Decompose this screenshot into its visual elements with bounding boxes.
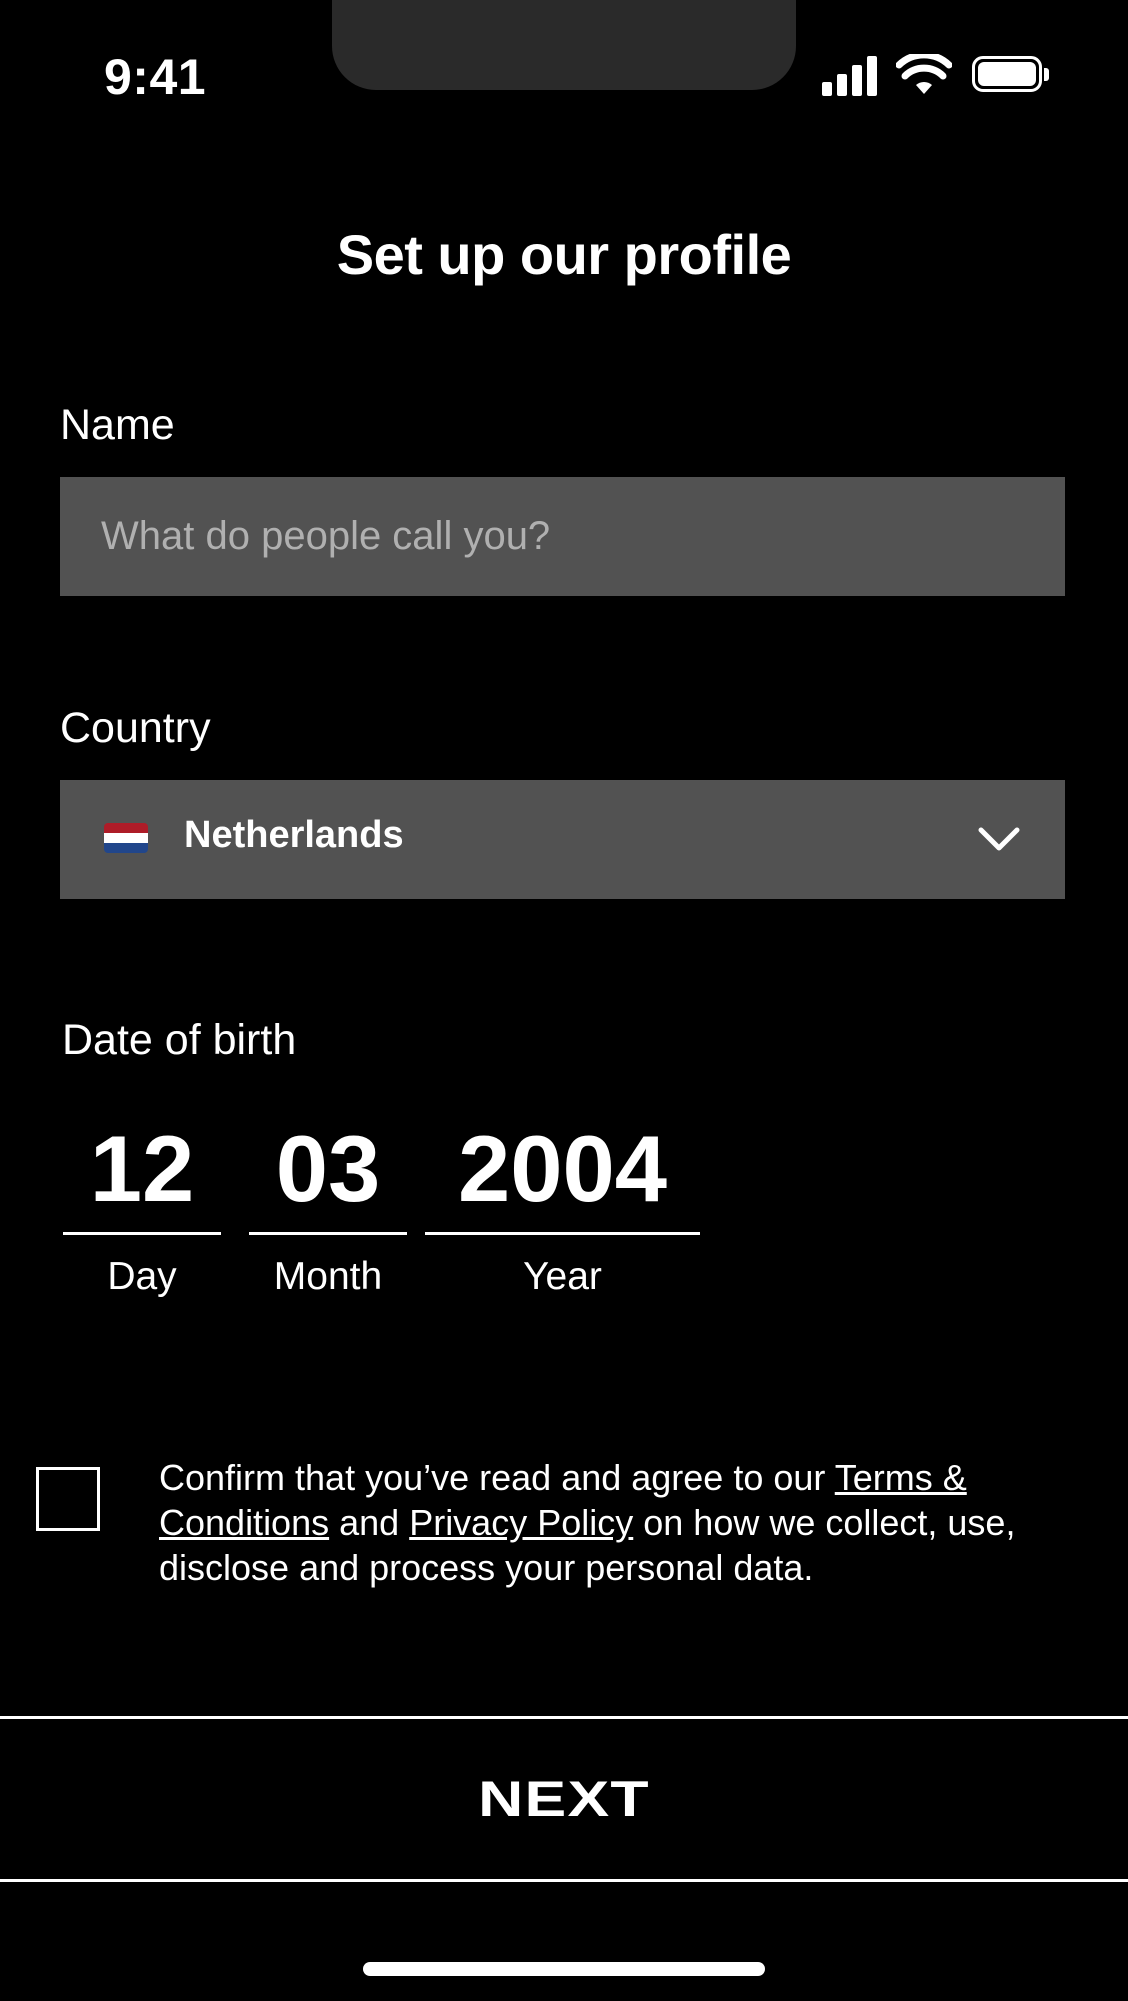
- cellular-signal-icon: [822, 56, 878, 96]
- status-time: 9:41: [104, 49, 207, 105]
- name-label: Name: [60, 401, 175, 449]
- netherlands-flag-icon: [104, 823, 148, 853]
- dob-month-caption: Month: [273, 1255, 383, 1298]
- dob-day-underline: [63, 1232, 221, 1235]
- home-indicator: [363, 1962, 765, 1976]
- dob-day-input[interactable]: 12: [63, 1115, 221, 1223]
- dob-day-caption: Day: [107, 1255, 177, 1298]
- consent-checkbox[interactable]: [36, 1467, 100, 1531]
- dob-month-input[interactable]: 03: [249, 1115, 407, 1223]
- consent-text: Confirm that you’ve read and agree to ou…: [159, 1455, 1039, 1590]
- name-input[interactable]: [60, 477, 1065, 596]
- next-button[interactable]: NEXT: [0, 1718, 1128, 1880]
- dob-label: Date of birth: [62, 1016, 297, 1064]
- dob-year-caption: Year: [523, 1255, 602, 1298]
- privacy-policy-link[interactable]: Privacy Policy: [409, 1502, 633, 1543]
- chevron-down-icon[interactable]: [975, 820, 1023, 860]
- country-label: Country: [60, 704, 211, 752]
- wifi-icon: [896, 54, 952, 94]
- dynamic-island: [332, 0, 796, 90]
- dob-year-input[interactable]: 2004: [425, 1115, 700, 1223]
- country-selected-value: Netherlands: [184, 814, 404, 856]
- name-field-container: [60, 477, 1065, 596]
- battery-icon: [972, 56, 1052, 94]
- dob-month-underline: [249, 1232, 407, 1235]
- dob-year-underline: [425, 1232, 700, 1235]
- page-title: Set up our profile: [336, 223, 792, 286]
- divider-bottom: [0, 1879, 1128, 1882]
- consent-text-before: Confirm that you’ve read and agree to ou…: [159, 1457, 835, 1498]
- consent-text-mid: and: [329, 1502, 410, 1543]
